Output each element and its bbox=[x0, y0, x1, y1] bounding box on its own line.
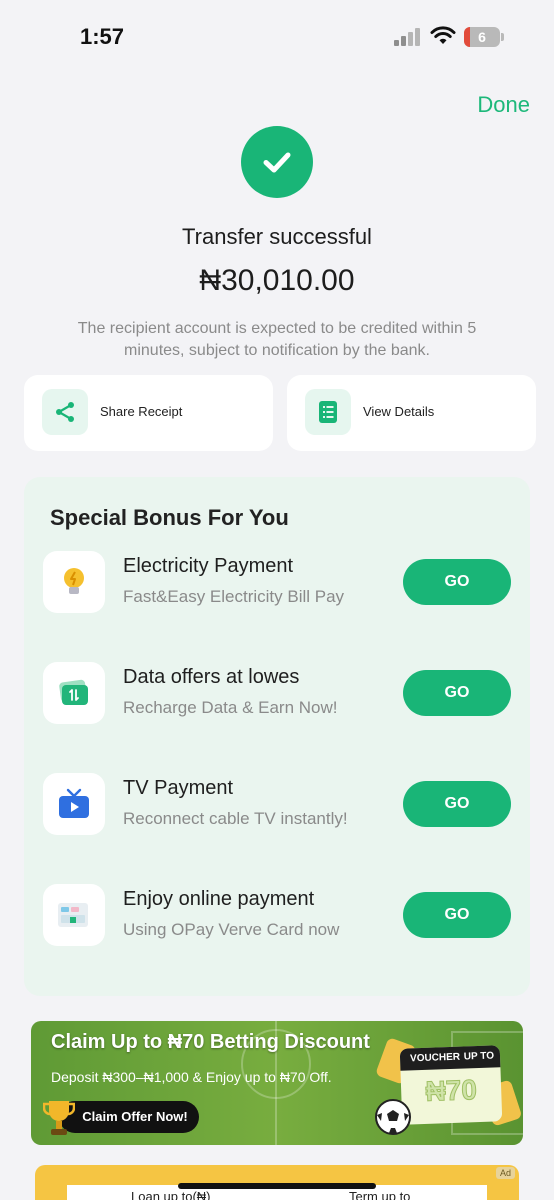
claim-offer-button[interactable]: Claim Offer Now! bbox=[59, 1101, 199, 1133]
voucher-upto-label: UP TO bbox=[463, 1050, 495, 1063]
data-go-button[interactable]: GO bbox=[403, 670, 511, 716]
voucher-label: VOUCHER bbox=[409, 1051, 461, 1065]
tv-go-button[interactable]: GO bbox=[403, 781, 511, 827]
trophy-icon bbox=[43, 1101, 75, 1135]
transfer-status-title: Transfer successful bbox=[182, 224, 372, 249]
voucher-badge: VOUCHER UP TO ₦70 bbox=[399, 1045, 503, 1125]
loan-amount-label: Loan up to(₦) bbox=[131, 1189, 211, 1200]
promo-title: Claim Up to ₦70 Betting Discount bbox=[51, 1031, 370, 1053]
bonus-section-title: Special Bonus For You bbox=[50, 505, 289, 530]
bonus-item-electricity[interactable]: Electricity Payment Fast&Easy Electricit… bbox=[24, 551, 530, 621]
view-details-label: View Details bbox=[363, 404, 435, 419]
share-receipt-button[interactable]: Share Receipt bbox=[24, 375, 273, 451]
bonus-item-subtitle: Using OPay Verve Card now bbox=[123, 920, 340, 939]
credit-notice: The recipient account is expected to be … bbox=[77, 320, 477, 359]
bonus-item-name: Enjoy online payment bbox=[123, 888, 315, 910]
home-indicator[interactable] bbox=[178, 1183, 376, 1189]
wifi-icon bbox=[430, 26, 456, 44]
data-card-icon bbox=[43, 662, 105, 724]
bonus-item-name: TV Payment bbox=[123, 777, 234, 799]
loan-term-label: Term up to bbox=[349, 1189, 411, 1200]
transfer-amount: ₦30,010.00 bbox=[199, 264, 355, 297]
bonus-item-subtitle: Fast&Easy Electricity Bill Pay bbox=[123, 587, 345, 606]
bonus-item-name: Data offers at lowes bbox=[123, 666, 300, 688]
bonus-item-subtitle: Reconnect cable TV instantly! bbox=[123, 809, 348, 828]
success-check-icon bbox=[241, 126, 313, 198]
voucher-value: ₦70 bbox=[424, 1074, 478, 1108]
bonus-item-data[interactable]: Data offers at lowes Recharge Data & Ear… bbox=[24, 662, 530, 732]
clock-time: 1:57 bbox=[80, 24, 125, 49]
cellular-signal-icon bbox=[394, 28, 422, 46]
promo-subtitle: Deposit ₦300–₦1,000 & Enjoy up to ₦70 Of… bbox=[51, 1069, 332, 1085]
bonus-item-name: Electricity Payment bbox=[123, 555, 294, 577]
battery-level-text: 6 bbox=[478, 29, 486, 45]
betting-discount-banner[interactable]: Claim Up to ₦70 Betting Discount Deposit… bbox=[31, 1021, 523, 1145]
special-bonus-panel: Special Bonus For You Electricity Paymen… bbox=[24, 477, 530, 996]
bonus-item-subtitle: Recharge Data & Earn Now! bbox=[123, 698, 338, 717]
share-icon bbox=[42, 389, 88, 435]
bonus-item-tv[interactable]: TV Payment Reconnect cable TV instantly!… bbox=[24, 773, 530, 843]
details-list-icon bbox=[305, 389, 351, 435]
lightbulb-icon bbox=[43, 551, 105, 613]
tv-icon bbox=[43, 773, 105, 835]
done-button[interactable]: Done bbox=[477, 92, 530, 118]
football-icon bbox=[375, 1099, 411, 1135]
bonus-item-online-payment[interactable]: Enjoy online payment Using OPay Verve Ca… bbox=[24, 884, 530, 954]
share-receipt-label: Share Receipt bbox=[100, 404, 183, 419]
view-details-button[interactable]: View Details bbox=[287, 375, 536, 451]
ad-badge: Ad bbox=[495, 1167, 515, 1179]
online-payment-go-button[interactable]: GO bbox=[403, 892, 511, 938]
card-icon bbox=[43, 884, 105, 946]
battery-icon: 6 bbox=[464, 27, 500, 47]
status-bar: 1:57 6 bbox=[0, 0, 554, 70]
electricity-go-button[interactable]: GO bbox=[403, 559, 511, 605]
battery-cap bbox=[501, 33, 504, 41]
